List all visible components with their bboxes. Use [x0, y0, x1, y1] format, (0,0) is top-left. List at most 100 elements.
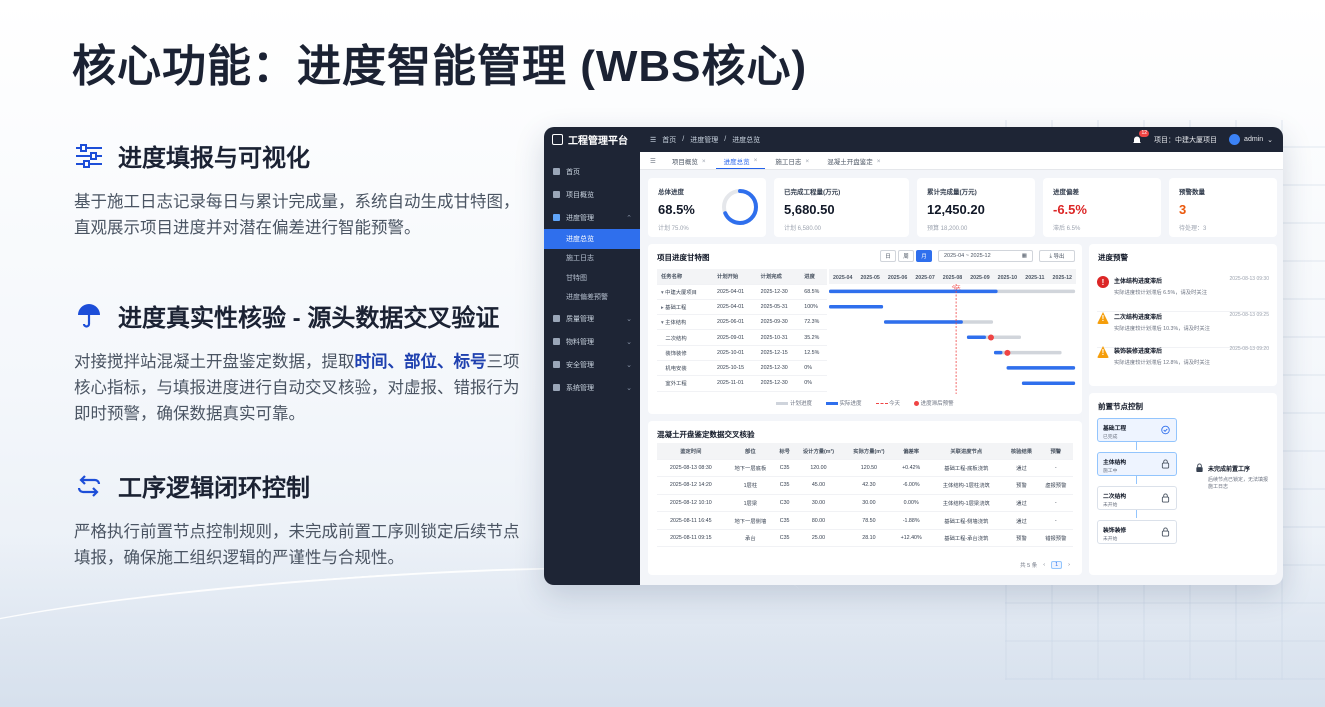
sidebar-sub-gantt[interactable]: 甘特图 [544, 268, 640, 288]
page-1-button[interactable]: 1 [1051, 561, 1063, 569]
gantt-row[interactable]: 装饰装修 2025-10-01 2025-12-15 12.5% [657, 345, 827, 361]
sidebar-sub-progress-overview[interactable]: 进度总览 [544, 229, 640, 249]
col-plan-start[interactable]: 计划开始 [713, 269, 757, 284]
sidebar-label: 进度管理 [566, 214, 594, 222]
gantt-row[interactable]: ▸ 基础工程 2025-04-01 2025-05-31 100% [657, 299, 827, 315]
user-menu[interactable]: admin ⌄ [1229, 134, 1273, 145]
node-foundation[interactable]: 基础工程 已完成 [1097, 418, 1177, 442]
alert-item[interactable]: ! 装饰装修进度滞后 实际进度较计划滞后 12.8%，请及时关注 2025-08… [1097, 344, 1269, 382]
brand[interactable]: 工程管理平台 [544, 132, 640, 147]
close-icon[interactable]: × [877, 158, 881, 165]
gantt-row[interactable]: ▾ 中建大厦项目 2025-04-01 2025-12-30 68.5% [657, 284, 827, 300]
next-page-button[interactable]: › [1068, 562, 1070, 568]
legend-label: 实际进度 [839, 401, 862, 407]
close-icon[interactable]: × [754, 157, 758, 164]
sidebar-item-quality[interactable]: 质量管理 ⌄ [544, 307, 640, 330]
actual-bar[interactable] [993, 350, 1003, 355]
pagination: 共 5 条 ‹ 1 › [1020, 561, 1070, 569]
error-icon: ! [1097, 276, 1109, 288]
prereq-card: 前置节点控制 基础工程 已完成 主体结构 施工中 二次结构 未开始 装饰装修 未… [1089, 393, 1277, 575]
chart-icon [553, 214, 560, 221]
legend-label: 今天 [889, 401, 901, 407]
breadcrumb-current: 进度总览 [732, 136, 761, 144]
sidebar-item-safety[interactable]: 安全管理 ⌄ [544, 353, 640, 376]
node-secondary-structure[interactable]: 二次结构 未开始 [1097, 486, 1177, 510]
gantt-row[interactable]: ▾ 主体结构 2025-06-01 2025-09-30 72.3% [657, 315, 827, 330]
node-status: 未开始 [1103, 503, 1118, 508]
node-decoration[interactable]: 装饰装修 未开始 [1097, 520, 1177, 544]
verification-table: 鉴定时间 部位 标号 设计方量(m³) 实际方量(m³) 偏差率 关联进度节点 核验结果 预警 … [657, 443, 1073, 547]
app-window: 工程管理平台 ☰ 首页 / 进度管理 / 进度总览 12 项目：中建大厦项目 a… [544, 127, 1283, 585]
tab-concrete-inspection[interactable]: 混凝土开盘鉴定 × [819, 153, 888, 169]
sidebar-item-overview[interactable]: 项目概览 [544, 183, 640, 206]
table-cell: 2025-08-11 09:15 [670, 535, 712, 542]
view-month-button[interactable]: 月 [916, 250, 932, 262]
alert-item[interactable]: ! 二次结构进度滞后 实际进度较计划滞后 10.3%，请及时关注 2025-08… [1097, 310, 1269, 348]
gantt-cell: 2025-09-01 [717, 334, 745, 341]
gantt-row[interactable]: 机电安装 2025-10-15 2025-12-30 0% [657, 360, 827, 376]
sidebar-item-home[interactable]: 首页 [544, 160, 640, 183]
actual-bar[interactable] [1021, 381, 1076, 385]
actual-bar[interactable] [829, 304, 884, 309]
umbrella-icon [74, 301, 104, 331]
close-icon[interactable]: × [702, 158, 706, 165]
gantt-row[interactable]: 二次结构 2025-09-01 2025-10-31 35.2% [657, 330, 827, 346]
date-range-picker[interactable]: 2025-04 ~ 2025-12 ▦ [938, 250, 1033, 262]
sidebar-sub-construction-log[interactable]: 施工日志 [544, 249, 640, 269]
col-header[interactable]: 核验结果 [1004, 443, 1039, 459]
alerts-card: 进度预警 ! 主体结构进度滞后 实际进度较计划滞后 6.5%，请及时关注 202… [1089, 244, 1277, 386]
view-day-button[interactable]: 日 [880, 250, 896, 262]
tab-project-overview[interactable]: 项目概览 × [664, 153, 714, 169]
table-row[interactable]: 2025-08-11 09:15 承台 C35 25.00 28.10 +12.40% 基础… [657, 529, 1073, 547]
col-header[interactable]: 实际方量(m³) [843, 443, 895, 459]
col-header[interactable]: 关联进度节点 [928, 443, 1005, 459]
col-plan-end[interactable]: 计划完成 [756, 269, 801, 284]
export-button[interactable]: ⤓ 导出 [1039, 250, 1075, 262]
chevron-down-icon: ⌄ [626, 338, 632, 346]
actual-bar[interactable] [829, 289, 998, 294]
col-header[interactable]: 偏差率 [894, 443, 929, 459]
breadcrumb-home[interactable]: 首页 [662, 135, 676, 145]
gantt-cell: 100% [804, 303, 818, 310]
tabs-menu-icon[interactable]: ☰ [650, 157, 662, 169]
project-selector[interactable]: 项目：中建大厦项目 [1154, 135, 1217, 145]
alert-item[interactable]: ! 主体结构进度滞后 实际进度较计划滞后 6.5%，请及时关注 2025-08-… [1097, 274, 1269, 312]
home-icon [553, 168, 560, 175]
tab-progress-overview[interactable]: 进度总览 × [715, 153, 766, 169]
close-icon[interactable]: × [805, 158, 809, 165]
delay-alert-marker[interactable] [1004, 349, 1011, 356]
sidebar-item-progress[interactable]: 进度管理 ⌃ [544, 206, 640, 229]
bell-icon[interactable]: 12 [1132, 129, 1150, 145]
table-row[interactable]: 2025-08-12 10:10 1层梁 C30 30.00 30.00 0.00% 主体结… [657, 494, 1073, 512]
col-progress[interactable]: 进度 [800, 269, 827, 284]
node-main-structure[interactable]: 主体结构 施工中 [1097, 452, 1177, 476]
kpi-alert-count: 预警数量 3 待处理：3 [1169, 178, 1277, 237]
col-header[interactable]: 标号 [776, 443, 794, 459]
col-header[interactable]: 设计方量(m³) [793, 443, 844, 459]
table-cell: 30.00 [811, 499, 826, 506]
table-cell: - [1054, 517, 1057, 524]
table-cell: 120.50 [860, 464, 877, 471]
highlight-keywords: 时间、部位、标号 [354, 353, 487, 371]
col-header[interactable]: 鉴定时间 [657, 443, 725, 459]
gantt-row[interactable]: 室外工程 2025-11-01 2025-12-30 0% [657, 376, 827, 392]
tab-construction-log[interactable]: 施工日志 × [767, 153, 817, 169]
col-header[interactable]: 部位 [724, 443, 777, 459]
view-week-button[interactable]: 周 [898, 250, 914, 262]
breadcrumb-progress[interactable]: 进度管理 [690, 135, 718, 145]
delay-alert-marker[interactable] [987, 334, 994, 341]
table-row[interactable]: 2025-08-13 08:30 地下一层底板 C35 120.00 120.50 +0.… [657, 459, 1073, 477]
actual-bar[interactable] [966, 335, 986, 340]
tab-label: 混凝土开盘鉴定 [827, 159, 873, 166]
sidebar-item-system[interactable]: 系统管理 ⌄ [544, 376, 640, 399]
col-header[interactable]: 预警 [1038, 443, 1073, 459]
sidebar-item-material[interactable]: 物料管理 ⌄ [544, 330, 640, 353]
menu-icon[interactable]: ☰ [650, 136, 656, 144]
actual-bar[interactable] [883, 320, 963, 324]
sidebar-sub-deviation-alert[interactable]: 进度偏差预警 [544, 288, 640, 308]
table-row[interactable]: 2025-08-12 14:20 1层柱 C35 45.00 42.30 -6.00% 主体… [657, 477, 1073, 495]
actual-bar[interactable] [1006, 366, 1076, 370]
table-row[interactable]: 2025-08-11 16:45 地下一层侧墙 C35 80.00 78.50 -1.88… [657, 512, 1073, 530]
prev-page-button[interactable]: ‹ [1043, 562, 1045, 568]
col-task-name[interactable]: 任务名称 [657, 269, 714, 284]
